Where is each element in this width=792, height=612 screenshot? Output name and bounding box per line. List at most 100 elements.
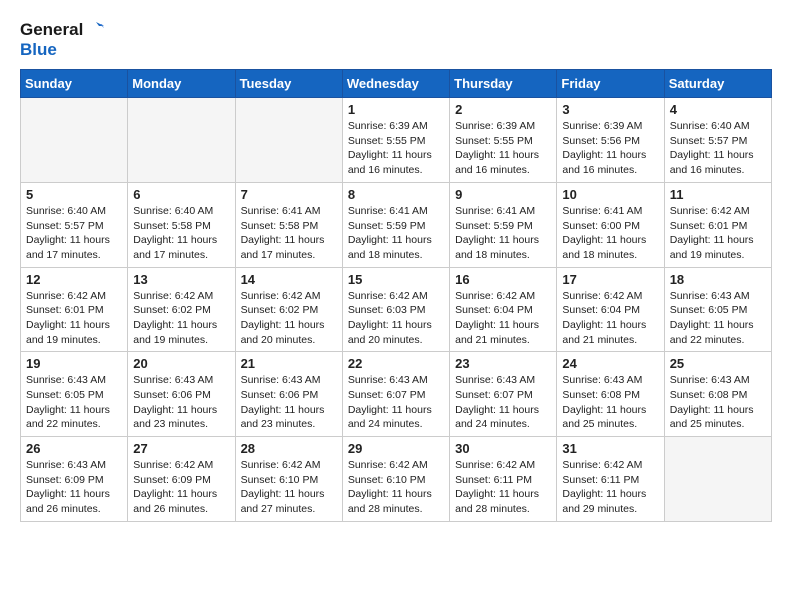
- weekday-header-tuesday: Tuesday: [235, 70, 342, 98]
- calendar-week-row: 19 Sunrise: 6:43 AM Sunset: 6:05 PM Dayli…: [21, 352, 772, 437]
- calendar-cell: 20Sunrise: 6:43 AM Sunset: 6:06 PM Dayli…: [128, 352, 235, 437]
- day-info: Sunrise: 6:40 AM Sunset: 5:57 PM Dayligh…: [26, 204, 122, 263]
- calendar-cell: 23 Sunrise: 6:43 AM Sunset: 6:07 PM Dayli…: [450, 352, 557, 437]
- calendar-cell: 12 Sunrise: 6:42 AM Sunset: 6:01 PM Dayli…: [21, 267, 128, 352]
- page-header: General Blue: [20, 20, 772, 59]
- day-info: Sunrise: 6:39 AM Sunset: 5:55 PM Dayligh…: [455, 119, 551, 178]
- day-number: 20: [133, 356, 229, 371]
- day-number: 21: [241, 356, 337, 371]
- calendar-cell: 31 Sunrise: 6:42 AM Sunset: 6:11 PM Dayli…: [557, 437, 664, 522]
- day-info: Sunrise: 6:42 AM Sunset: 6:01 PM Dayligh…: [26, 289, 122, 348]
- day-number: 7: [241, 187, 337, 202]
- day-number: 26: [26, 441, 122, 456]
- calendar-cell: 6 Sunrise: 6:40 AM Sunset: 5:58 PM Daylig…: [128, 182, 235, 267]
- day-number: 6: [133, 187, 229, 202]
- calendar-week-row: 5 Sunrise: 6:40 AM Sunset: 5:57 PM Daylig…: [21, 182, 772, 267]
- weekday-header-sunday: Sunday: [21, 70, 128, 98]
- calendar-cell: 16Sunrise: 6:42 AM Sunset: 6:04 PM Dayli…: [450, 267, 557, 352]
- day-info: Sunrise: 6:39 AM Sunset: 5:55 PM Dayligh…: [348, 119, 444, 178]
- calendar-cell: 14Sunrise: 6:42 AM Sunset: 6:02 PM Dayli…: [235, 267, 342, 352]
- weekday-header-row: SundayMondayTuesdayWednesdayThursdayFrid…: [21, 70, 772, 98]
- day-number: 24: [562, 356, 658, 371]
- day-number: 3: [562, 102, 658, 117]
- day-number: 31: [562, 441, 658, 456]
- day-info: Sunrise: 6:41 AM Sunset: 5:59 PM Dayligh…: [348, 204, 444, 263]
- day-number: 25: [670, 356, 766, 371]
- day-number: 1: [348, 102, 444, 117]
- logo-bird-icon: [86, 19, 104, 37]
- day-number: 19: [26, 356, 122, 371]
- day-info: Sunrise: 6:43 AM Sunset: 6:05 PM Dayligh…: [26, 373, 122, 432]
- day-number: 4: [670, 102, 766, 117]
- day-number: 30: [455, 441, 551, 456]
- day-info: Sunrise: 6:42 AM Sunset: 6:04 PM Dayligh…: [562, 289, 658, 348]
- day-number: 13: [133, 272, 229, 287]
- day-number: 9: [455, 187, 551, 202]
- day-info: Sunrise: 6:42 AM Sunset: 6:03 PM Dayligh…: [348, 289, 444, 348]
- logo: General Blue: [20, 20, 104, 59]
- day-number: 22: [348, 356, 444, 371]
- day-number: 10: [562, 187, 658, 202]
- calendar-cell: 28Sunrise: 6:42 AM Sunset: 6:10 PM Dayli…: [235, 437, 342, 522]
- calendar-week-row: 26 Sunrise: 6:43 AM Sunset: 6:09 PM Dayli…: [21, 437, 772, 522]
- calendar-cell: [235, 98, 342, 183]
- calendar-cell: 26 Sunrise: 6:43 AM Sunset: 6:09 PM Dayli…: [21, 437, 128, 522]
- day-info: Sunrise: 6:42 AM Sunset: 6:09 PM Dayligh…: [133, 458, 229, 517]
- day-info: Sunrise: 6:41 AM Sunset: 6:00 PM Dayligh…: [562, 204, 658, 263]
- calendar-cell: [128, 98, 235, 183]
- day-info: Sunrise: 6:41 AM Sunset: 5:59 PM Dayligh…: [455, 204, 551, 263]
- calendar-cell: 5 Sunrise: 6:40 AM Sunset: 5:57 PM Daylig…: [21, 182, 128, 267]
- weekday-header-friday: Friday: [557, 70, 664, 98]
- day-number: 17: [562, 272, 658, 287]
- calendar-cell: 13 Sunrise: 6:42 AM Sunset: 6:02 PM Dayli…: [128, 267, 235, 352]
- day-number: 16: [455, 272, 551, 287]
- calendar-cell: 24 Sunrise: 6:43 AM Sunset: 6:08 PM Dayli…: [557, 352, 664, 437]
- calendar-table: SundayMondayTuesdayWednesdayThursdayFrid…: [20, 69, 772, 522]
- day-number: 11: [670, 187, 766, 202]
- day-info: Sunrise: 6:43 AM Sunset: 6:05 PM Dayligh…: [670, 289, 766, 348]
- calendar-cell: 19 Sunrise: 6:43 AM Sunset: 6:05 PM Dayli…: [21, 352, 128, 437]
- day-info: Sunrise: 6:43 AM Sunset: 6:06 PM Dayligh…: [241, 373, 337, 432]
- day-info: Sunrise: 6:42 AM Sunset: 6:10 PM Dayligh…: [348, 458, 444, 517]
- day-number: 23: [455, 356, 551, 371]
- calendar-cell: 17 Sunrise: 6:42 AM Sunset: 6:04 PM Dayli…: [557, 267, 664, 352]
- calendar-cell: 4 Sunrise: 6:40 AM Sunset: 5:57 PM Daylig…: [664, 98, 771, 183]
- calendar-cell: 27 Sunrise: 6:42 AM Sunset: 6:09 PM Dayli…: [128, 437, 235, 522]
- logo-text: General Blue: [20, 20, 104, 59]
- day-number: 15: [348, 272, 444, 287]
- calendar-cell: 25Sunrise: 6:43 AM Sunset: 6:08 PM Dayli…: [664, 352, 771, 437]
- calendar-cell: 18 Sunrise: 6:43 AM Sunset: 6:05 PM Dayli…: [664, 267, 771, 352]
- day-number: 12: [26, 272, 122, 287]
- calendar-cell: 21 Sunrise: 6:43 AM Sunset: 6:06 PM Dayli…: [235, 352, 342, 437]
- calendar-cell: 2Sunrise: 6:39 AM Sunset: 5:55 PM Daylig…: [450, 98, 557, 183]
- calendar-cell: 30 Sunrise: 6:42 AM Sunset: 6:11 PM Dayli…: [450, 437, 557, 522]
- calendar-week-row: 1 Sunrise: 6:39 AM Sunset: 5:55 PM Daylig…: [21, 98, 772, 183]
- day-info: Sunrise: 6:42 AM Sunset: 6:10 PM Dayligh…: [241, 458, 337, 517]
- day-info: Sunrise: 6:39 AM Sunset: 5:56 PM Dayligh…: [562, 119, 658, 178]
- weekday-header-thursday: Thursday: [450, 70, 557, 98]
- day-info: Sunrise: 6:41 AM Sunset: 5:58 PM Dayligh…: [241, 204, 337, 263]
- day-info: Sunrise: 6:42 AM Sunset: 6:02 PM Dayligh…: [133, 289, 229, 348]
- day-number: 14: [241, 272, 337, 287]
- day-number: 27: [133, 441, 229, 456]
- day-info: Sunrise: 6:42 AM Sunset: 6:11 PM Dayligh…: [455, 458, 551, 517]
- calendar-cell: [664, 437, 771, 522]
- day-info: Sunrise: 6:43 AM Sunset: 6:07 PM Dayligh…: [348, 373, 444, 432]
- day-number: 5: [26, 187, 122, 202]
- day-info: Sunrise: 6:42 AM Sunset: 6:11 PM Dayligh…: [562, 458, 658, 517]
- calendar-cell: 10 Sunrise: 6:41 AM Sunset: 6:00 PM Dayli…: [557, 182, 664, 267]
- weekday-header-monday: Monday: [128, 70, 235, 98]
- logo-blue: Blue: [20, 40, 57, 60]
- day-info: Sunrise: 6:42 AM Sunset: 6:01 PM Dayligh…: [670, 204, 766, 263]
- day-info: Sunrise: 6:43 AM Sunset: 6:07 PM Dayligh…: [455, 373, 551, 432]
- calendar-cell: 9 Sunrise: 6:41 AM Sunset: 5:59 PM Daylig…: [450, 182, 557, 267]
- day-info: Sunrise: 6:40 AM Sunset: 5:58 PM Dayligh…: [133, 204, 229, 263]
- day-info: Sunrise: 6:43 AM Sunset: 6:08 PM Dayligh…: [562, 373, 658, 432]
- weekday-header-saturday: Saturday: [664, 70, 771, 98]
- calendar-week-row: 12 Sunrise: 6:42 AM Sunset: 6:01 PM Dayli…: [21, 267, 772, 352]
- calendar-cell: 29Sunrise: 6:42 AM Sunset: 6:10 PM Dayli…: [342, 437, 449, 522]
- day-number: 18: [670, 272, 766, 287]
- calendar-cell: 8Sunrise: 6:41 AM Sunset: 5:59 PM Daylig…: [342, 182, 449, 267]
- day-info: Sunrise: 6:40 AM Sunset: 5:57 PM Dayligh…: [670, 119, 766, 178]
- day-info: Sunrise: 6:43 AM Sunset: 6:09 PM Dayligh…: [26, 458, 122, 517]
